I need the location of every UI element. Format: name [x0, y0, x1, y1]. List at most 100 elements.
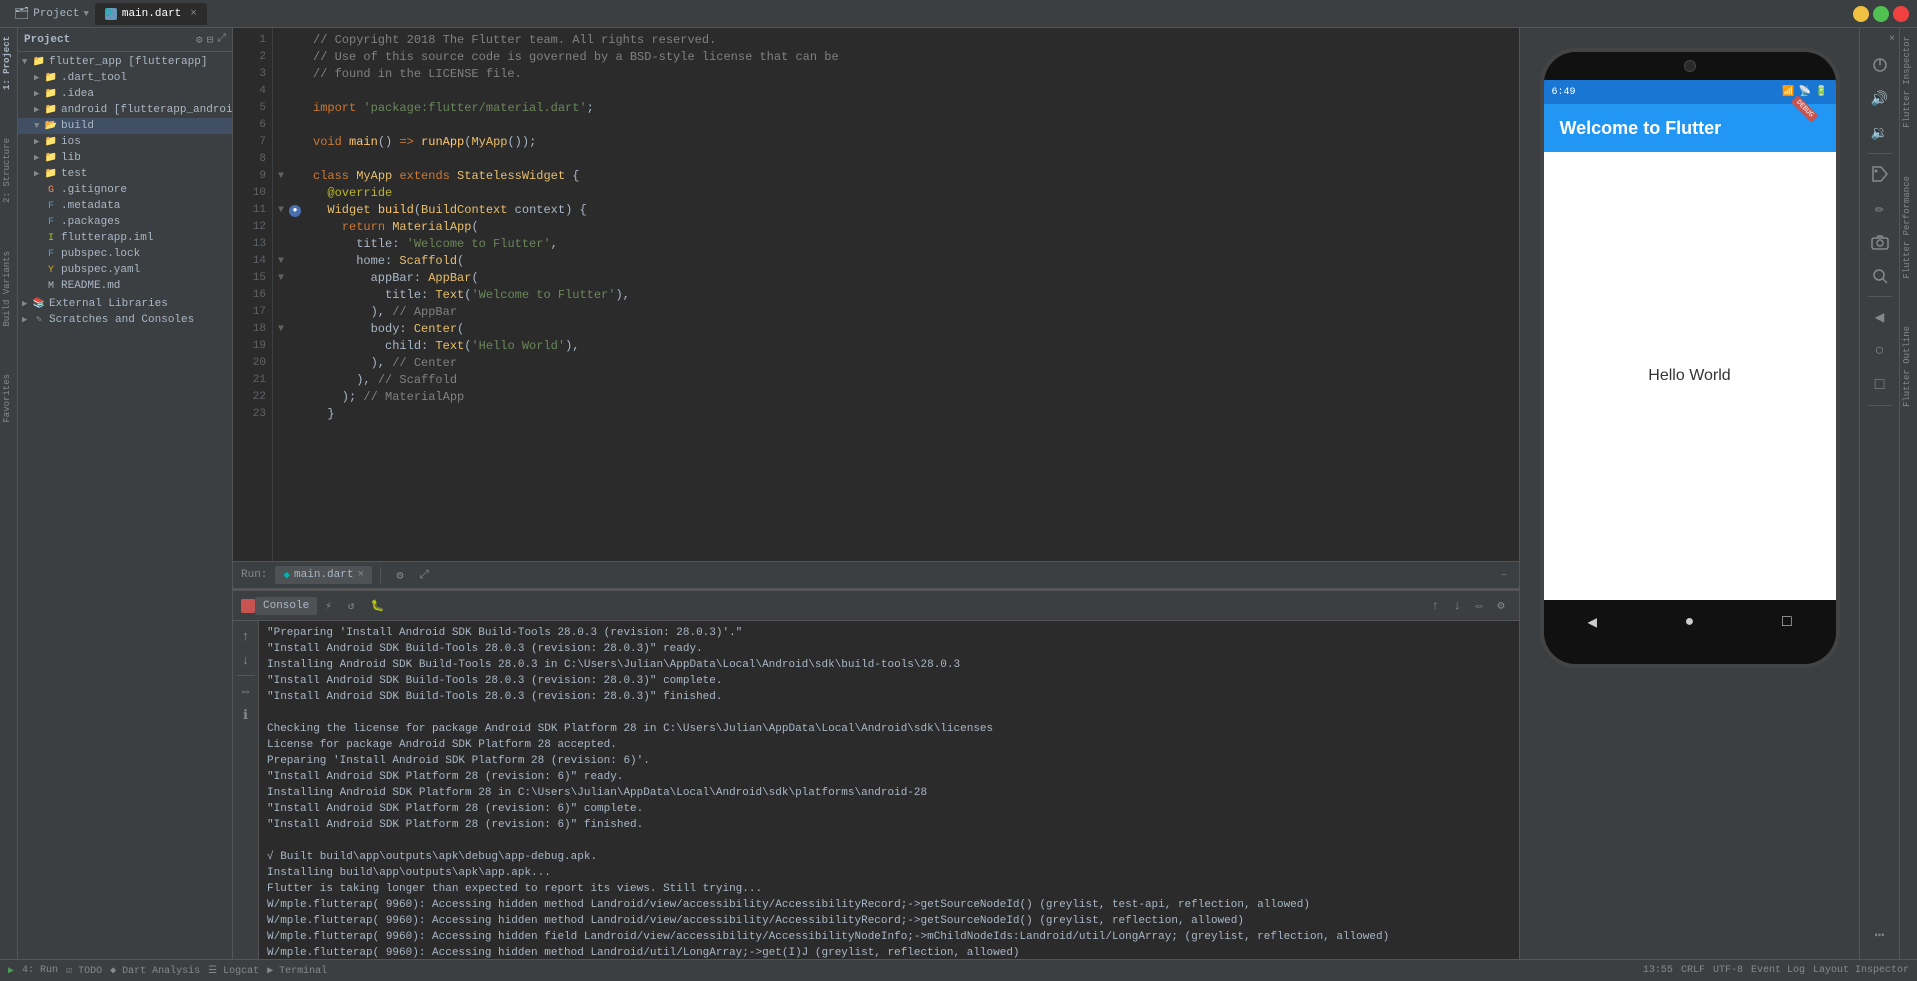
console-filter-icon[interactable]: ⚙ — [1491, 596, 1511, 616]
code-editor[interactable]: 1 2 3 4 5 6 7 8 9 10 11 12 13 14 15 16 1… — [233, 28, 1519, 561]
tree-item-packages[interactable]: ▶ F .packages — [18, 214, 232, 230]
tree-root[interactable]: ▼ 📁 flutter_app [flutterapp] — [18, 54, 232, 70]
fold-gutter: ▼ ▼ ▼ ▼ ▼ — [273, 28, 289, 561]
volume-down-button[interactable]: 🔉 — [1864, 117, 1896, 149]
console-wrap-toggle[interactable]: ⇔ — [235, 680, 257, 702]
sidebar-item-favorites[interactable]: Favorites — [0, 370, 17, 427]
build-icon: 📂 — [44, 119, 58, 133]
iml-icon: I — [44, 231, 58, 245]
gutter-marker-11[interactable]: ● — [289, 205, 301, 217]
tree-item-scratches[interactable]: ▶ ✎ Scratches and Consoles — [18, 312, 232, 328]
sidebar-item-flutter-performance[interactable]: Flutter Performance — [1900, 172, 1917, 283]
sidebar-item-project[interactable]: 1: Project — [0, 32, 17, 94]
tree-item-metadata[interactable]: ▶ F .metadata — [18, 198, 232, 214]
stop-button[interactable] — [241, 599, 255, 613]
lib-label: lib — [61, 152, 81, 164]
square-nav-button[interactable]: □ — [1864, 369, 1896, 401]
run-config-close-icon[interactable]: × — [357, 569, 364, 581]
phone-body: Hello World — [1544, 152, 1836, 600]
tree-item-test[interactable]: ▶ 📁 test — [18, 166, 232, 182]
pencil-button[interactable]: ✏ — [1864, 192, 1896, 224]
code-content[interactable]: // Copyright 2018 The Flutter team. All … — [305, 28, 1519, 561]
tree-item-pubspec-yaml[interactable]: ▶ Y pubspec.yaml — [18, 262, 232, 278]
fold-11[interactable]: ▼ — [278, 202, 284, 219]
tab-bug[interactable]: 🐛 — [362, 596, 392, 616]
code-line-16: title: Text('Welcome to Flutter'), — [313, 287, 1511, 304]
fold-15[interactable]: ▼ — [278, 270, 284, 287]
maximize-button[interactable] — [1873, 6, 1889, 22]
sidebar-item-structure[interactable]: 2: Structure — [0, 134, 17, 207]
more-button[interactable]: ⋯ — [1864, 919, 1896, 951]
expand-panel-button[interactable]: ⤢ — [413, 564, 435, 586]
console-scroll-bottom[interactable]: ↓ — [235, 649, 257, 671]
status-charset[interactable]: UTF-8 — [1713, 965, 1743, 976]
tab-close-icon[interactable]: × — [190, 8, 197, 20]
phone-bottom-bar — [1544, 644, 1836, 664]
todo-indicator[interactable]: ☑ TODO — [66, 965, 102, 977]
search-magnify-button[interactable] — [1864, 260, 1896, 292]
phone-nav-bar: ◀ ● □ — [1544, 600, 1836, 644]
terminal-indicator[interactable]: ▶ Terminal — [267, 965, 327, 977]
right-close-button[interactable]: × — [1885, 32, 1899, 47]
tree-item-pubspec-lock[interactable]: ▶ F pubspec.lock — [18, 246, 232, 262]
console-down-arrow[interactable]: ↓ — [1447, 596, 1467, 616]
circle-nav-button[interactable]: ○ — [1864, 335, 1896, 367]
android-arrow: ▶ — [34, 105, 44, 115]
status-event-log[interactable]: Event Log — [1751, 965, 1805, 976]
tree-item-gitignore[interactable]: ▶ G .gitignore — [18, 182, 232, 198]
tab-reload[interactable]: ↺ — [340, 596, 363, 616]
idea-label: .idea — [61, 88, 94, 100]
tab-lightning[interactable]: ⚡ — [317, 596, 340, 616]
tree-item-dart-tool[interactable]: ▶ 📁 .dart_tool — [18, 70, 232, 86]
settings-button[interactable]: ⚙ — [389, 564, 411, 586]
run-indicator[interactable]: 4: Run — [22, 965, 58, 976]
fold-18[interactable]: ▼ — [278, 321, 284, 338]
tab-main-dart[interactable]: D main.dart × — [95, 3, 207, 25]
fold-9[interactable]: ▼ — [278, 168, 284, 185]
console-up-arrow[interactable]: ↑ — [1425, 596, 1445, 616]
back-nav-button[interactable]: ◀ — [1864, 301, 1896, 333]
sidebar-item-flutter-inspector[interactable]: Flutter Inspector — [1900, 32, 1917, 132]
tree-item-lib[interactable]: ▶ 📁 lib — [18, 150, 232, 166]
power-button[interactable] — [1864, 49, 1896, 81]
tree-item-build[interactable]: ▼ 📂 build — [18, 118, 232, 134]
tab-console[interactable]: Console — [255, 597, 317, 615]
panel-expand-icon[interactable]: ⤢ — [217, 33, 226, 47]
run-play-icon[interactable]: ▶ — [8, 965, 14, 977]
console-info-icon[interactable]: ℹ — [235, 704, 257, 726]
console-line-17: W/mple.flutterap( 9960): Accessing hidde… — [267, 897, 1511, 913]
tree-item-android[interactable]: ▶ 📁 android [flutterapp_android] — [18, 102, 232, 118]
console-output[interactable]: "Preparing 'Install Android SDK Build-To… — [259, 621, 1519, 959]
fold-14[interactable]: ▼ — [278, 253, 284, 270]
hide-panel-button[interactable]: – — [1497, 570, 1511, 581]
close-button[interactable] — [1893, 6, 1909, 22]
phone-back-button[interactable]: ◀ — [1576, 606, 1608, 638]
sidebar-item-build-variants[interactable]: Build Variants — [0, 247, 17, 331]
tree-item-ios[interactable]: ▶ 📁 ios — [18, 134, 232, 150]
dart-analysis-indicator[interactable]: ◆ Dart Analysis — [110, 965, 200, 977]
code-line-14: home: Scaffold( — [313, 253, 1511, 270]
console-wrap-icon[interactable]: ⇔ — [1469, 596, 1489, 616]
phone-home-button[interactable]: ● — [1673, 606, 1705, 638]
tree-item-idea[interactable]: ▶ 📁 .idea — [18, 86, 232, 102]
status-layout-inspector[interactable]: Layout Inspector — [1813, 965, 1909, 976]
bottom-panel: Console ⚡ ↺ 🐛 ↑ ↓ ⇔ ⚙ — [233, 589, 1519, 959]
phone-recents-button[interactable]: □ — [1771, 606, 1803, 638]
project-dropdown[interactable]: 🗂 Project ▼ — [8, 3, 95, 24]
tag-button[interactable] — [1864, 158, 1896, 190]
console-scroll-top[interactable]: ↑ — [235, 625, 257, 647]
pubspec-lock-label: pubspec.lock — [61, 248, 140, 260]
minimize-button[interactable] — [1853, 6, 1869, 22]
sidebar-item-flutter-outline[interactable]: Flutter Outline — [1900, 322, 1917, 411]
run-config-tab[interactable]: ◆ main.dart × — [275, 566, 372, 584]
tree-item-iml[interactable]: ▶ I flutterapp.iml — [18, 230, 232, 246]
window-controls — [1853, 6, 1909, 22]
panel-hide-icon[interactable]: ⊟ — [207, 33, 214, 47]
tree-item-readme[interactable]: ▶ M README.md — [18, 278, 232, 294]
panel-gear-icon[interactable]: ⚙ — [196, 33, 203, 47]
camera-button[interactable] — [1864, 226, 1896, 258]
logcat-indicator[interactable]: ☰ Logcat — [208, 965, 259, 977]
volume-up-button[interactable]: 🔊 — [1864, 83, 1896, 115]
status-crlf[interactable]: CRLF — [1681, 965, 1705, 976]
tree-item-external-libs[interactable]: ▶ 📚 External Libraries — [18, 296, 232, 312]
